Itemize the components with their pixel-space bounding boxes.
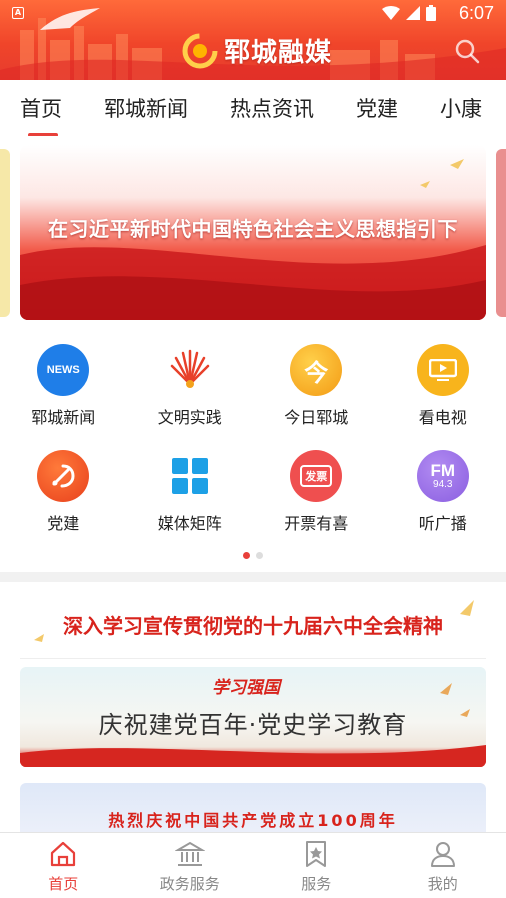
tab-xiaokang[interactable]: 小康 <box>440 93 482 123</box>
channel-tabs: 首页 郓城新闻 热点资讯 党建 小康 <box>0 80 506 136</box>
home-icon <box>51 841 76 867</box>
tab-yuncheng-news[interactable]: 郓城新闻 <box>104 93 188 123</box>
grid-item-radio[interactable]: FM 94.3 听广播 <box>380 446 506 552</box>
brand-name: 郓城融媒 <box>224 38 333 68</box>
grid-item-label: 郓城新闻 <box>31 408 96 427</box>
nav-label: 我的 <box>427 875 458 893</box>
status-bar: A 6:07 <box>0 2 506 24</box>
nav-services[interactable]: 服务 <box>253 833 380 898</box>
ticket-icon: 发票 <box>290 450 343 502</box>
nav-label: 服务 <box>301 875 332 893</box>
banner-carousel[interactable]: 在习近平新时代中国特色社会主义思想指引下 <box>0 145 506 320</box>
nav-home[interactable]: 首页 <box>0 833 127 898</box>
grid-page-indicator <box>243 552 263 559</box>
government-icon <box>174 841 205 866</box>
nav-mine[interactable]: 我的 <box>380 833 506 898</box>
wifi-icon <box>382 6 400 20</box>
grid-item-label: 文明实践 <box>157 408 222 427</box>
page-dot <box>256 552 263 559</box>
nav-label: 政务服务 <box>159 875 220 893</box>
grid-item-civilization[interactable]: 文明实践 <box>127 340 254 446</box>
grid-item-label: 看电视 <box>418 408 467 427</box>
tab-home[interactable]: 首页 <box>20 93 62 136</box>
grid-item-tv[interactable]: 看电视 <box>380 340 506 446</box>
grid-item-label: 媒体矩阵 <box>157 514 222 533</box>
fm-icon: FM 94.3 <box>416 450 469 502</box>
app-header: A 6:07 郓城融媒 <box>0 0 506 80</box>
tv-icon <box>416 344 469 396</box>
signal-icon <box>406 6 420 20</box>
news-icon: NEWS <box>37 344 90 396</box>
grid-item-yuncheng-news[interactable]: NEWS 郓城新闻 <box>0 340 127 446</box>
page-dot-active <box>243 552 250 559</box>
banner-slide[interactable]: 在习近平新时代中国特色社会主义思想指引下 <box>20 145 486 320</box>
card-title: 热烈庆祝中国共产党成立100周年 <box>108 811 398 830</box>
user-icon <box>430 842 455 867</box>
card-separator <box>20 658 486 659</box>
xuexi-qiangguo-logo: 学习强国 <box>212 678 280 698</box>
feature-grid: NEWS 郓城新闻 文明实践 今 今日郓城 看电视 党建 媒体矩阵 发票 开票有… <box>0 340 506 552</box>
status-icons <box>382 5 436 21</box>
tab-hot-news[interactable]: 热点资讯 <box>230 93 314 123</box>
section-divider <box>0 572 506 582</box>
bottom-navigation: 首页 政务服务 服务 我的 <box>0 832 506 898</box>
brand-mark-icon <box>182 33 218 68</box>
fan-icon <box>170 349 209 388</box>
search-icon[interactable] <box>454 38 480 64</box>
banner-title: 在习近平新时代中国特色社会主义思想指引下 <box>48 217 458 241</box>
app-notification-icon: A <box>12 7 24 19</box>
nav-label: 首页 <box>48 875 79 893</box>
grid-item-media-matrix[interactable]: 媒体矩阵 <box>127 446 254 552</box>
grid-item-party[interactable]: 党建 <box>0 446 127 552</box>
grid-item-label: 今日郓城 <box>284 408 349 427</box>
grid-item-invoice[interactable]: 发票 开票有喜 <box>253 446 380 552</box>
slogan-card[interactable]: 深入学习宣传贯彻党的十九届六中全会精神 <box>20 594 486 654</box>
brand-logo: 郓城融媒 <box>182 32 332 69</box>
battery-icon <box>426 5 436 21</box>
party-icon <box>37 450 90 502</box>
tab-party-building[interactable]: 党建 <box>356 93 398 123</box>
today-icon: 今 <box>290 344 343 396</box>
status-time: 6:07 <box>458 3 494 23</box>
banner-prev-peek <box>0 149 10 317</box>
grid-item-label: 听广播 <box>418 514 467 533</box>
slogan-text: 深入学习宣传贯彻党的十九届六中全会精神 <box>63 614 443 638</box>
card-title: 庆祝建党百年·党史学习教育 <box>98 711 408 739</box>
bookmark-star-icon <box>306 841 327 867</box>
matrix-icon <box>171 458 208 494</box>
banner-next-peek <box>496 149 506 317</box>
grid-item-today[interactable]: 今 今日郓城 <box>253 340 380 446</box>
party-history-card[interactable]: 学习强国 庆祝建党百年·党史学习教育 <box>20 667 486 767</box>
grid-item-label: 党建 <box>47 514 80 533</box>
grid-item-label: 开票有喜 <box>284 514 349 533</box>
nav-government-services[interactable]: 政务服务 <box>127 833 254 898</box>
